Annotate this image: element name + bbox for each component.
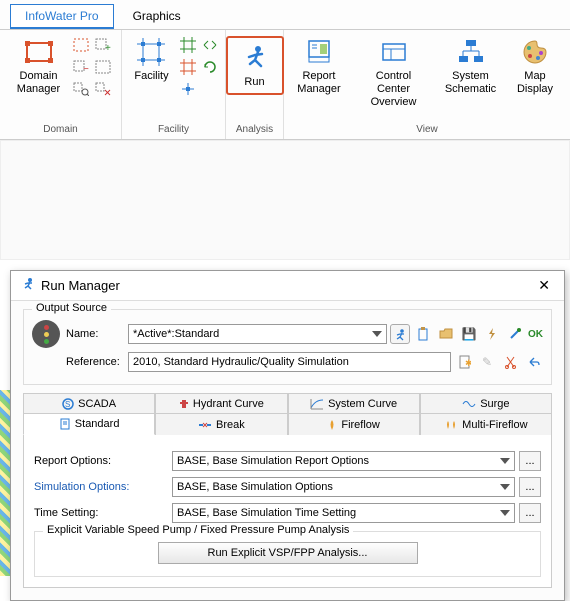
- tools-icon[interactable]: [505, 324, 525, 344]
- schematic-icon: [455, 36, 487, 68]
- content-strip: [0, 140, 570, 260]
- report-options-browse[interactable]: ...: [519, 451, 541, 471]
- time-setting-label: Time Setting:: [34, 507, 164, 519]
- explicit-group-legend: Explicit Variable Speed Pump / Fixed Pre…: [43, 524, 353, 536]
- domain-small-icons: + −: [72, 32, 112, 98]
- svg-text:✱: ✱: [465, 358, 471, 368]
- name-combo[interactable]: *Active*:Standard: [128, 324, 387, 344]
- report-manager-button[interactable]: Report Manager: [290, 32, 348, 100]
- group-analysis: Run Analysis: [226, 30, 284, 139]
- explicit-group: Explicit Variable Speed Pump / Fixed Pre…: [34, 531, 541, 577]
- time-setting-combo[interactable]: BASE, Base Simulation Time Setting: [172, 503, 515, 523]
- simulation-options-browse[interactable]: ...: [519, 477, 541, 497]
- tabs-row-top: SSCADA Hydrant Curve System Curve Surge: [23, 393, 552, 414]
- reference-label: Reference:: [66, 356, 122, 368]
- folder-open-icon[interactable]: [436, 324, 456, 344]
- run-button[interactable]: Run: [226, 36, 284, 95]
- control-center-button[interactable]: Control Center Overview: [352, 32, 435, 114]
- map-display-label: Map Display: [517, 70, 553, 96]
- ribbon-content: Domain Manager + −: [0, 29, 570, 139]
- report-manager-label: Report Manager: [297, 70, 340, 96]
- ribbon: InfoWater Pro Graphics Domain Manager +: [0, 0, 570, 140]
- name-label: Name:: [66, 328, 122, 340]
- grid-orange-icon[interactable]: [179, 58, 197, 76]
- tab-hydrant-curve[interactable]: Hydrant Curve: [155, 393, 287, 414]
- tabs-row-bottom: Standard Break Fireflow Multi-Fireflow: [23, 413, 552, 435]
- ribbon-tabs: InfoWater Pro Graphics: [0, 0, 570, 29]
- lightning-icon[interactable]: [482, 324, 502, 344]
- map-edge: [0, 390, 10, 576]
- domain-rect-icon: [23, 36, 55, 68]
- clipboard-icon[interactable]: [413, 324, 433, 344]
- run-explicit-button[interactable]: Run Explicit VSP/FPP Analysis...: [158, 542, 418, 564]
- facility-small-icons: [179, 32, 219, 98]
- run-person-icon: [239, 42, 271, 74]
- facility-button[interactable]: Facility: [128, 32, 174, 87]
- svg-text:−: −: [83, 64, 89, 74]
- status-light-icon[interactable]: [32, 320, 60, 348]
- tab-infowater-pro[interactable]: InfoWater Pro: [10, 4, 114, 29]
- tab-system-curve[interactable]: System Curve: [288, 393, 420, 414]
- domain-manager-button[interactable]: Domain Manager: [10, 32, 68, 100]
- run-label: Run: [244, 76, 264, 89]
- run-icon: [21, 277, 35, 294]
- facility-label: Facility: [134, 70, 168, 83]
- standard-panel: Report Options: BASE, Base Simulation Re…: [23, 435, 552, 588]
- select-minus-icon[interactable]: −: [72, 58, 90, 76]
- palette-icon: [519, 36, 551, 68]
- svg-text:+: +: [105, 43, 111, 52]
- report-options-label: Report Options:: [34, 455, 164, 467]
- ok-button[interactable]: OK: [528, 329, 543, 340]
- simulation-options-combo[interactable]: BASE, Base Simulation Options: [172, 477, 515, 497]
- system-schematic-label: System Schematic: [445, 70, 496, 96]
- run-now-button[interactable]: [390, 324, 410, 344]
- group-facility: Facility Facility: [122, 30, 226, 139]
- save-icon[interactable]: 💾: [459, 324, 479, 344]
- time-setting-browse[interactable]: ...: [519, 503, 541, 523]
- clear-select-icon[interactable]: [94, 80, 112, 98]
- simulation-options-label: Simulation Options:: [34, 481, 164, 493]
- output-source-legend: Output Source: [32, 302, 111, 314]
- map-display-button[interactable]: Map Display: [506, 32, 564, 100]
- domain-manager-label: Domain Manager: [17, 70, 60, 96]
- undo-icon[interactable]: [523, 352, 543, 372]
- tab-surge[interactable]: Surge: [420, 393, 552, 414]
- system-schematic-button[interactable]: System Schematic: [439, 32, 502, 100]
- output-source-group: Output Source Name: *Active*:Standard 💾 …: [23, 309, 552, 385]
- refresh-green-icon[interactable]: [201, 58, 219, 76]
- select-all-icon[interactable]: [94, 58, 112, 76]
- control-center-label: Control Center Overview: [358, 70, 429, 110]
- reference-field[interactable]: [128, 352, 451, 372]
- group-facility-title: Facility: [128, 122, 219, 139]
- group-view-title: View: [290, 122, 564, 139]
- cut-icon[interactable]: [500, 352, 520, 372]
- group-view: Report Manager Control Center Overview S…: [284, 30, 570, 139]
- edit-icon[interactable]: ✎: [477, 352, 497, 372]
- report-icon: [303, 36, 335, 68]
- run-manager-dialog: Run Manager ✕ Output Source Name: *Activ…: [10, 270, 565, 601]
- new-doc-icon[interactable]: ✱: [454, 352, 474, 372]
- tab-fireflow[interactable]: Fireflow: [288, 413, 420, 435]
- tab-break[interactable]: Break: [155, 413, 287, 435]
- dialog-titlebar: Run Manager ✕: [11, 271, 564, 301]
- group-analysis-title: Analysis: [232, 122, 277, 139]
- tab-multi-fireflow[interactable]: Multi-Fireflow: [420, 413, 552, 435]
- grid-green-icon[interactable]: [179, 36, 197, 54]
- tab-standard[interactable]: Standard: [23, 413, 155, 435]
- close-button[interactable]: ✕: [534, 277, 554, 294]
- dialog-title: Run Manager: [41, 278, 120, 293]
- grid-single-icon[interactable]: [179, 80, 197, 98]
- svg-text:S: S: [65, 400, 70, 409]
- domain-dashed-icon[interactable]: [72, 36, 90, 54]
- select-plus-icon[interactable]: +: [94, 36, 112, 54]
- group-domain-title: Domain: [6, 122, 115, 139]
- arrows-diag-icon[interactable]: [201, 36, 219, 54]
- report-options-combo[interactable]: BASE, Base Simulation Report Options: [172, 451, 515, 471]
- tab-graphics[interactable]: Graphics: [118, 4, 196, 29]
- control-center-icon: [378, 36, 410, 68]
- group-domain: Domain Manager + −: [0, 30, 122, 139]
- tab-scada[interactable]: SSCADA: [23, 393, 155, 414]
- facility-grid-icon: [135, 36, 167, 68]
- zoom-select-icon[interactable]: [72, 80, 90, 98]
